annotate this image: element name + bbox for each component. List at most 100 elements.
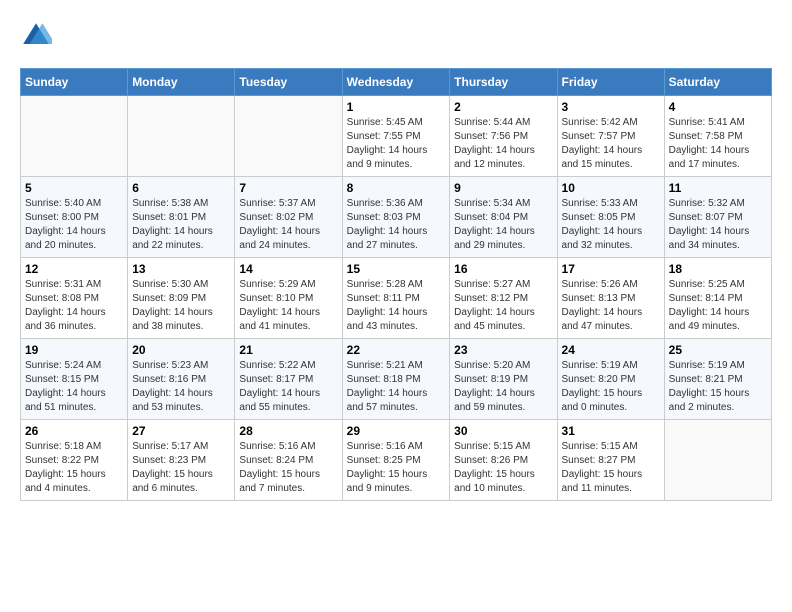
calendar-week-1: 1 Sunrise: 5:45 AM Sunset: 7:55 PM Daylig… (21, 96, 772, 177)
day-number: 26 (25, 424, 123, 438)
calendar-cell: 16Sunrise: 5:27 AM Sunset: 8:12 PM Dayli… (450, 258, 557, 339)
day-info: Sunrise: 5:24 AM Sunset: 8:15 PM Dayligh… (25, 359, 123, 415)
col-header-sunday: Sunday (21, 69, 128, 96)
day-info: Sunrise: 5:32 AM Sunset: 8:07 PM Dayligh… (669, 197, 767, 253)
day-info: Sunrise: 5:20 AM Sunset: 8:19 PM Dayligh… (454, 359, 552, 415)
calendar-cell: 3 Sunrise: 5:42 AM Sunset: 7:57 PM Daylig… (557, 96, 664, 177)
calendar-cell: 31Sunrise: 5:15 AM Sunset: 8:27 PM Dayli… (557, 420, 664, 501)
day-number: 21 (239, 343, 337, 357)
day-info: Sunrise: 5:45 AM Sunset: 7:55 PM Dayligh… (347, 116, 446, 172)
day-number: 18 (669, 262, 767, 276)
calendar-cell: 7 Sunrise: 5:37 AM Sunset: 8:02 PM Daylig… (235, 177, 342, 258)
calendar-cell (664, 420, 771, 501)
day-info: Sunrise: 5:25 AM Sunset: 8:14 PM Dayligh… (669, 278, 767, 334)
calendar-cell: 1 Sunrise: 5:45 AM Sunset: 7:55 PM Daylig… (342, 96, 450, 177)
day-number: 27 (132, 424, 230, 438)
calendar-cell: 11 Sunrise: 5:32 AM Sunset: 8:07 PM Dayli… (664, 177, 771, 258)
calendar-cell: 9 Sunrise: 5:34 AM Sunset: 8:04 PM Daylig… (450, 177, 557, 258)
day-number: 29 (347, 424, 446, 438)
day-info: Sunrise: 5:19 AM Sunset: 8:21 PM Dayligh… (669, 359, 767, 415)
day-number: 9 (454, 181, 552, 195)
day-info: Sunrise: 5:31 AM Sunset: 8:08 PM Dayligh… (25, 278, 123, 334)
day-info: Sunrise: 5:23 AM Sunset: 8:16 PM Dayligh… (132, 359, 230, 415)
day-info: Sunrise: 5:41 AM Sunset: 7:58 PM Dayligh… (669, 116, 767, 172)
day-number: 12 (25, 262, 123, 276)
col-header-wednesday: Wednesday (342, 69, 450, 96)
day-info: Sunrise: 5:26 AM Sunset: 8:13 PM Dayligh… (562, 278, 660, 334)
logo-icon (20, 20, 52, 52)
day-number: 11 (669, 181, 767, 195)
day-number: 24 (562, 343, 660, 357)
day-info: Sunrise: 5:33 AM Sunset: 8:05 PM Dayligh… (562, 197, 660, 253)
calendar-cell: 21 Sunrise: 5:22 AM Sunset: 8:17 PM Dayli… (235, 339, 342, 420)
calendar-cell: 26Sunrise: 5:18 AM Sunset: 8:22 PM Dayli… (21, 420, 128, 501)
page-header (20, 20, 772, 52)
calendar-header-row: SundayMondayTuesdayWednesdayThursdayFrid… (21, 69, 772, 96)
calendar-week-4: 19Sunrise: 5:24 AM Sunset: 8:15 PM Dayli… (21, 339, 772, 420)
day-number: 7 (239, 181, 337, 195)
calendar-cell: 20 Sunrise: 5:23 AM Sunset: 8:16 PM Dayli… (128, 339, 235, 420)
col-header-tuesday: Tuesday (235, 69, 342, 96)
day-info: Sunrise: 5:21 AM Sunset: 8:18 PM Dayligh… (347, 359, 446, 415)
day-info: Sunrise: 5:22 AM Sunset: 8:17 PM Dayligh… (239, 359, 337, 415)
calendar-cell: 14Sunrise: 5:29 AM Sunset: 8:10 PM Dayli… (235, 258, 342, 339)
calendar-cell: 23 Sunrise: 5:20 AM Sunset: 8:19 PM Dayli… (450, 339, 557, 420)
day-info: Sunrise: 5:19 AM Sunset: 8:20 PM Dayligh… (562, 359, 660, 415)
day-info: Sunrise: 5:36 AM Sunset: 8:03 PM Dayligh… (347, 197, 446, 253)
day-info: Sunrise: 5:27 AM Sunset: 8:12 PM Dayligh… (454, 278, 552, 334)
day-number: 22 (347, 343, 446, 357)
day-number: 14 (239, 262, 337, 276)
calendar-week-3: 12 Sunrise: 5:31 AM Sunset: 8:08 PM Dayli… (21, 258, 772, 339)
day-number: 2 (454, 100, 552, 114)
calendar-cell: 8 Sunrise: 5:36 AM Sunset: 8:03 PM Daylig… (342, 177, 450, 258)
calendar-week-5: 26Sunrise: 5:18 AM Sunset: 8:22 PM Dayli… (21, 420, 772, 501)
col-header-saturday: Saturday (664, 69, 771, 96)
calendar-cell: 24 Sunrise: 5:19 AM Sunset: 8:20 PM Dayli… (557, 339, 664, 420)
day-info: Sunrise: 5:16 AM Sunset: 8:24 PM Dayligh… (239, 440, 337, 496)
logo (20, 20, 56, 52)
calendar-cell: 13 Sunrise: 5:30 AM Sunset: 8:09 PM Dayli… (128, 258, 235, 339)
day-info: Sunrise: 5:15 AM Sunset: 8:27 PM Dayligh… (562, 440, 660, 496)
day-number: 1 (347, 100, 446, 114)
day-number: 5 (25, 181, 123, 195)
calendar-cell: 18 Sunrise: 5:25 AM Sunset: 8:14 PM Dayli… (664, 258, 771, 339)
day-info: Sunrise: 5:30 AM Sunset: 8:09 PM Dayligh… (132, 278, 230, 334)
day-number: 17 (562, 262, 660, 276)
day-number: 13 (132, 262, 230, 276)
day-info: Sunrise: 5:34 AM Sunset: 8:04 PM Dayligh… (454, 197, 552, 253)
day-info: Sunrise: 5:40 AM Sunset: 8:00 PM Dayligh… (25, 197, 123, 253)
day-number: 3 (562, 100, 660, 114)
calendar-cell: 5 Sunrise: 5:40 AM Sunset: 8:00 PM Daylig… (21, 177, 128, 258)
calendar-table: SundayMondayTuesdayWednesdayThursdayFrid… (20, 68, 772, 501)
day-number: 4 (669, 100, 767, 114)
calendar-cell: 15 Sunrise: 5:28 AM Sunset: 8:11 PM Dayli… (342, 258, 450, 339)
day-number: 28 (239, 424, 337, 438)
calendar-cell: 12 Sunrise: 5:31 AM Sunset: 8:08 PM Dayli… (21, 258, 128, 339)
calendar-cell: 4 Sunrise: 5:41 AM Sunset: 7:58 PM Daylig… (664, 96, 771, 177)
day-info: Sunrise: 5:44 AM Sunset: 7:56 PM Dayligh… (454, 116, 552, 172)
day-number: 30 (454, 424, 552, 438)
day-number: 8 (347, 181, 446, 195)
day-info: Sunrise: 5:15 AM Sunset: 8:26 PM Dayligh… (454, 440, 552, 496)
day-info: Sunrise: 5:42 AM Sunset: 7:57 PM Dayligh… (562, 116, 660, 172)
calendar-cell: 29Sunrise: 5:16 AM Sunset: 8:25 PM Dayli… (342, 420, 450, 501)
calendar-cell: 2 Sunrise: 5:44 AM Sunset: 7:56 PM Daylig… (450, 96, 557, 177)
calendar-cell: 17 Sunrise: 5:26 AM Sunset: 8:13 PM Dayli… (557, 258, 664, 339)
day-number: 15 (347, 262, 446, 276)
day-number: 10 (562, 181, 660, 195)
calendar-cell: 19Sunrise: 5:24 AM Sunset: 8:15 PM Dayli… (21, 339, 128, 420)
calendar-cell (21, 96, 128, 177)
calendar-cell: 6Sunrise: 5:38 AM Sunset: 8:01 PM Daylig… (128, 177, 235, 258)
day-number: 23 (454, 343, 552, 357)
calendar-cell (128, 96, 235, 177)
calendar-cell: 22 Sunrise: 5:21 AM Sunset: 8:18 PM Dayli… (342, 339, 450, 420)
day-number: 6 (132, 181, 230, 195)
day-number: 25 (669, 343, 767, 357)
day-number: 20 (132, 343, 230, 357)
calendar-cell: 10 Sunrise: 5:33 AM Sunset: 8:05 PM Dayli… (557, 177, 664, 258)
calendar-cell: 25 Sunrise: 5:19 AM Sunset: 8:21 PM Dayli… (664, 339, 771, 420)
day-info: Sunrise: 5:28 AM Sunset: 8:11 PM Dayligh… (347, 278, 446, 334)
col-header-monday: Monday (128, 69, 235, 96)
day-info: Sunrise: 5:37 AM Sunset: 8:02 PM Dayligh… (239, 197, 337, 253)
col-header-thursday: Thursday (450, 69, 557, 96)
